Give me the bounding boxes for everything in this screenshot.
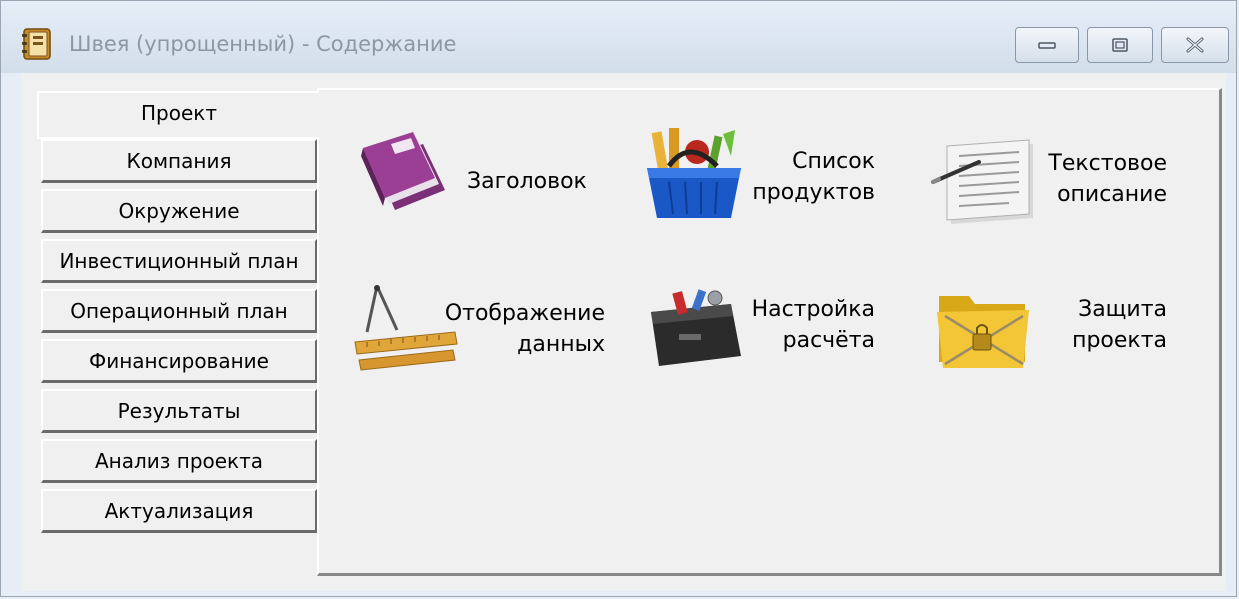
tile-text-description-label-2: описание xyxy=(1057,182,1167,207)
nav-project[interactable]: Проект xyxy=(37,91,319,139)
document-pen-icon xyxy=(931,139,1033,224)
minimize-button[interactable] xyxy=(1015,27,1079,63)
nav-results[interactable]: Результаты xyxy=(41,389,317,433)
tile-project-protection-label-2: проекта xyxy=(1072,328,1167,353)
close-button[interactable] xyxy=(1161,27,1229,63)
nav-company[interactable]: Компания xyxy=(41,139,317,183)
tile-project-protection[interactable]: Защита проекта xyxy=(929,280,1199,380)
tile-product-list-label-2: продуктов xyxy=(752,180,875,205)
notebook-icon xyxy=(22,28,51,60)
locked-folder-icon xyxy=(937,296,1029,368)
minimize-icon xyxy=(1038,42,1056,49)
tile-product-list-label-1: Список xyxy=(792,149,875,174)
tile-calculation-settings[interactable]: Настройка расчёта xyxy=(639,280,899,380)
nav-project-analysis[interactable]: Анализ проекта xyxy=(41,439,317,483)
tile-product-list[interactable]: Список продуктов xyxy=(639,126,899,236)
close-icon xyxy=(1186,37,1204,53)
tile-data-display-label-1: Отображение xyxy=(444,301,605,326)
tile-project-protection-label-1: Защита xyxy=(1078,297,1167,322)
tile-title-label: Заголовок xyxy=(467,169,587,194)
tile-title[interactable]: Заголовок xyxy=(349,130,609,230)
tile-text-description-label-1: Текстовое xyxy=(1048,151,1167,176)
nav-environment[interactable]: Окружение xyxy=(41,189,317,233)
maximize-icon xyxy=(1112,38,1128,52)
nav-actualization[interactable]: Актуализация xyxy=(41,489,317,533)
tile-text-description[interactable]: Текстовое описание xyxy=(929,134,1199,234)
title-bar[interactable]: Швея (упрощенный) - Содержание xyxy=(1,1,1236,73)
shopping-basket-icon xyxy=(647,128,741,218)
tile-data-display-label-2: данных xyxy=(517,332,605,357)
tile-calculation-settings-label-2: расчёта xyxy=(782,328,875,353)
nav-operational-plan[interactable]: Операционный план xyxy=(41,289,317,333)
tile-data-display[interactable]: Отображение данных xyxy=(349,274,619,384)
purple-books-icon xyxy=(361,132,445,210)
toolbox-icon xyxy=(651,289,741,366)
nav-financing[interactable]: Финансирование xyxy=(41,339,317,383)
content-panel: Заголовок Список продуктов Текстовое опи… xyxy=(317,88,1222,576)
maximize-button[interactable] xyxy=(1087,27,1153,63)
content-area: Проект Компания Окружение Инвестиционный… xyxy=(21,73,1226,591)
application-window: Швея (упрощенный) - Содержание Проект Ко… xyxy=(0,0,1237,597)
window-title: Швея (упрощенный) - Содержание xyxy=(69,32,457,56)
nav-investment-plan[interactable]: Инвестиционный план xyxy=(41,239,317,283)
tile-calculation-settings-label-1: Настройка xyxy=(751,297,875,322)
